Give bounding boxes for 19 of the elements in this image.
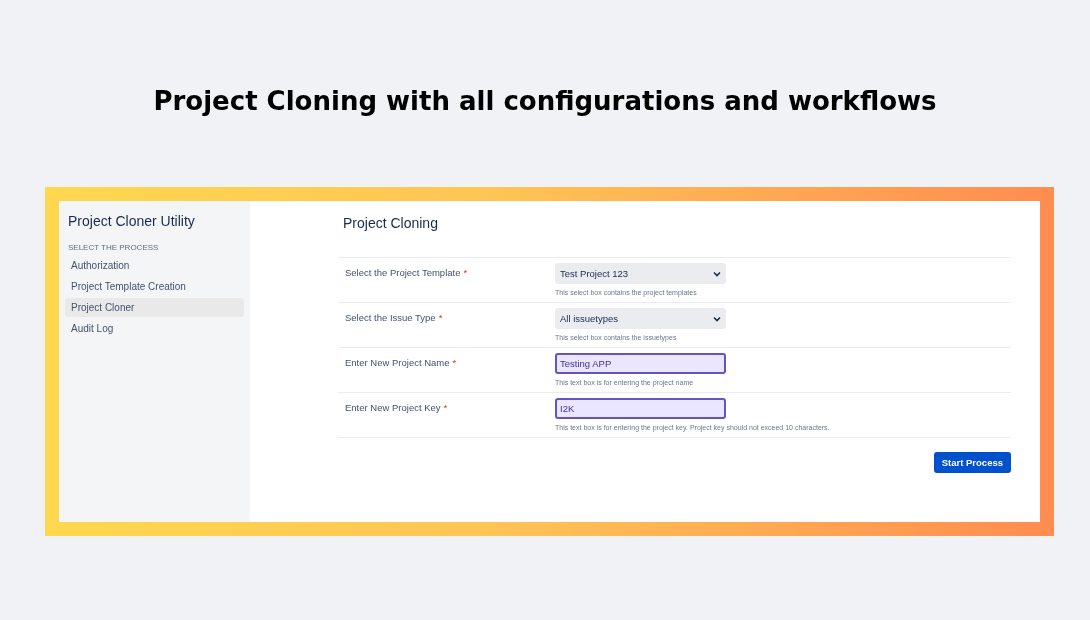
field-label: Select the Project Template * bbox=[345, 266, 469, 280]
select-dropdown[interactable]: Test Project 123 bbox=[555, 263, 726, 284]
form-title: Project Cloning bbox=[343, 215, 439, 231]
chevron-down-icon bbox=[713, 315, 721, 322]
field-label: Select the Issue Type * bbox=[345, 311, 444, 325]
start-process-button[interactable]: Start Process bbox=[933, 452, 1011, 473]
field-label: Enter New Project Name * bbox=[345, 356, 458, 370]
field-label: Enter New Project Key * bbox=[345, 401, 449, 415]
text-input[interactable]: I2K bbox=[555, 398, 726, 419]
section-heading: SELECT THE PROCESS bbox=[68, 243, 160, 252]
text-input[interactable]: Testing APP bbox=[555, 353, 726, 374]
page-headline: Project Cloning with all configurations and workflows bbox=[153, 86, 937, 116]
select-dropdown[interactable]: All issuetypes bbox=[555, 308, 726, 329]
sidebar-item[interactable]: Project Cloner bbox=[65, 298, 244, 317]
sidebar-item[interactable]: Authorization bbox=[65, 256, 244, 275]
sidebar-item[interactable]: Project Template Creation bbox=[65, 277, 244, 296]
sidebar-item[interactable]: Audit Log bbox=[65, 319, 244, 338]
sidebar-title: Project Cloner Utility bbox=[68, 213, 196, 229]
chevron-down-icon bbox=[713, 270, 721, 277]
